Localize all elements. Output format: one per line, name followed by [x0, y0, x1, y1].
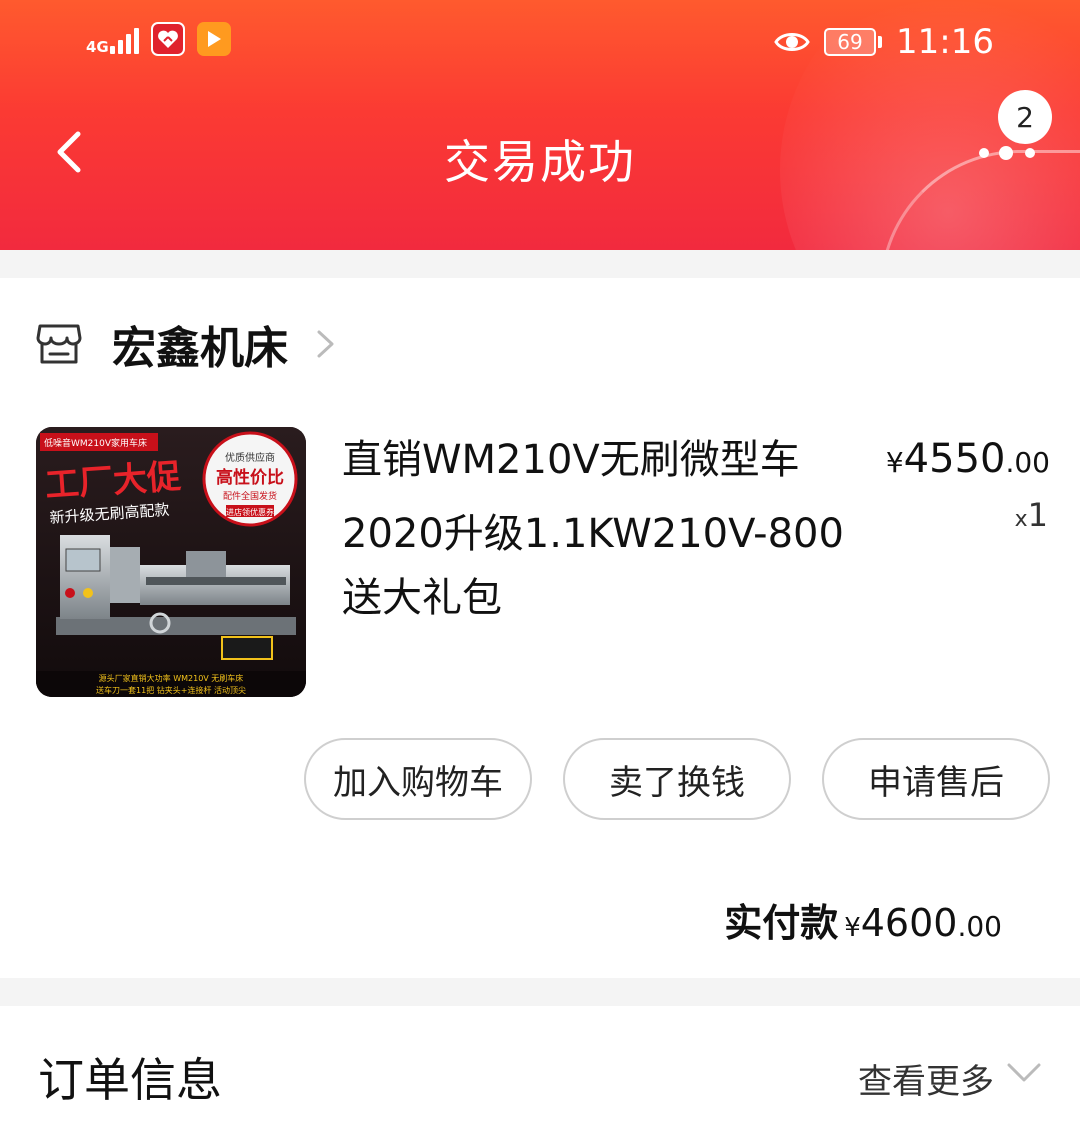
price-decimal: .00 [1005, 446, 1050, 479]
status-bar-left: 4G [86, 22, 231, 56]
video-app-icon [197, 22, 231, 56]
image-footer-line1: 源头厂家直销大功率 WM210V 无刷车床 [99, 673, 244, 683]
order-info-section: 订单信息 查看更多 [0, 1006, 1080, 1128]
product-quantity: x1 [1015, 496, 1048, 534]
store-icon [36, 324, 82, 364]
product-title[interactable]: 直销WM210V无刷微型车 2020升级1.1KW210V-800送大礼包 [342, 428, 862, 630]
svg-text:高性价比: 高性价比 [216, 467, 284, 488]
clock: 11:16 [896, 22, 994, 62]
more-dots-icon[interactable] [976, 143, 1040, 163]
product-image[interactable]: 低噪音WM210V家用车床 工厂大促 新升级无刷高配款 优质供应商 高性价比 配… [36, 427, 306, 697]
amount-paid-currency: ¥ [844, 913, 861, 943]
amount-paid-label: 实付款 [724, 901, 839, 945]
message-count-badge[interactable]: 2 [998, 90, 1052, 144]
svg-text:配件全国发货: 配件全国发货 [223, 490, 277, 502]
signal-bars-icon [110, 24, 139, 54]
image-badge: 优质供应商 高性价比 配件全国发货 进店领优惠券 [202, 431, 298, 527]
product-price: ¥4550.00 [886, 436, 1050, 482]
price-integer: 4550 [903, 436, 1006, 482]
battery-level: 69 [824, 28, 877, 56]
chevron-down-icon[interactable] [1006, 1062, 1042, 1084]
price-currency: ¥ [885, 446, 904, 479]
quantity-prefix: x [1014, 507, 1028, 532]
shop-link[interactable]: 宏鑫机床 [36, 312, 338, 376]
amount-paid: 实付款 ¥ 4600 .00 [724, 892, 1002, 947]
product-title-line2: 2020升级1.1KW210V-800送大礼包 [342, 511, 844, 621]
network-type: 4G [86, 38, 109, 56]
page-title: 交易成功 [444, 135, 636, 189]
order-info-title: 订单信息 [38, 1053, 222, 1107]
add-to-cart-button[interactable]: 加入购物车 [304, 738, 532, 820]
quantity-value: 1 [1027, 496, 1048, 534]
chevron-right-icon [317, 330, 334, 358]
eye-icon [774, 33, 810, 51]
shop-name: 宏鑫机床 [112, 323, 288, 374]
image-footer-line2: 送车刀一套11把 钻夹头+连接杆 活动顶尖 [96, 685, 246, 695]
product-title-line1: 直销WM210V无刷微型车 [342, 437, 800, 483]
view-more-link[interactable]: 查看更多 [858, 1054, 994, 1103]
heart-app-icon [151, 22, 185, 56]
after-sale-button[interactable]: 申请售后 [822, 738, 1050, 820]
amount-paid-decimal: .00 [957, 910, 1002, 943]
svg-text:优质供应商: 优质供应商 [225, 451, 275, 464]
sell-for-cash-button[interactable]: 卖了换钱 [563, 738, 791, 820]
header: 4G 69 11:16 交易成功 2 [0, 0, 1080, 250]
svg-text:进店领优惠券: 进店领优惠券 [226, 507, 274, 517]
status-bar-right: 69 11:16 [774, 22, 994, 62]
amount-paid-integer: 4600 [860, 901, 958, 945]
battery-icon: 69 [824, 28, 883, 56]
order-card: 宏鑫机床 低噪音WM210V家用车床 工厂大促 新升级无刷高配款 优质供应商 高… [0, 278, 1080, 978]
network-indicator: 4G [86, 24, 139, 56]
image-top-tag: 低噪音WM210V家用车床 [44, 437, 147, 449]
